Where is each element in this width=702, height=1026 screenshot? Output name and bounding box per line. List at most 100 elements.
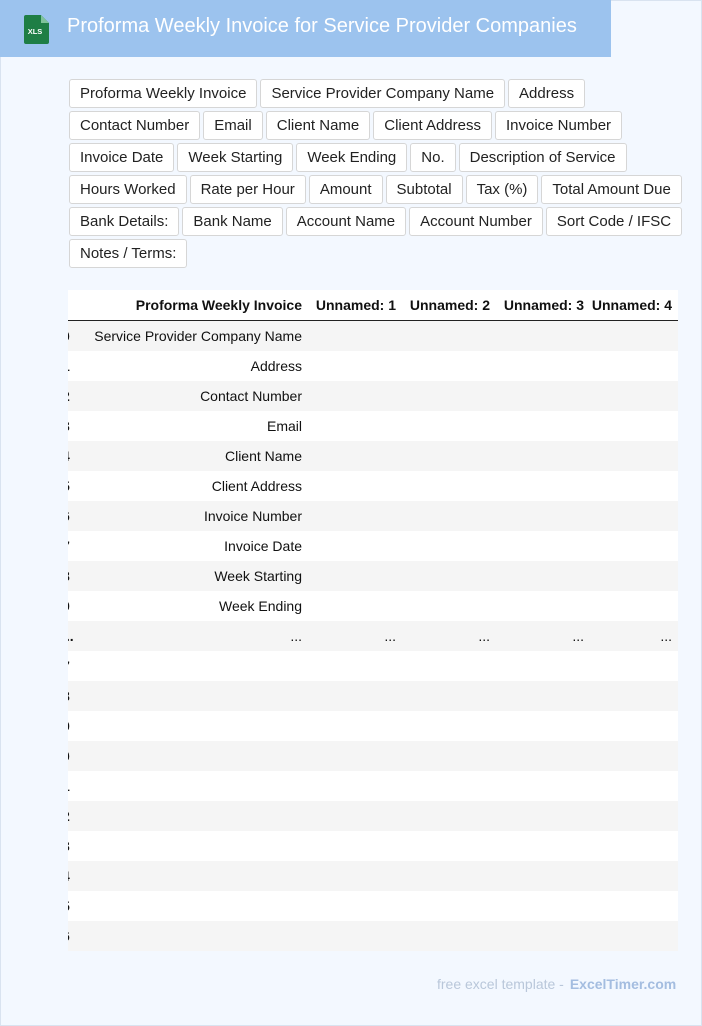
- field-chip: Email: [203, 111, 263, 140]
- table-cell: [308, 351, 402, 381]
- row-index-cell: 8: [68, 681, 78, 711]
- table-row: 3: [68, 831, 678, 861]
- table-cell: [496, 411, 590, 441]
- table-row: 5: [68, 891, 678, 921]
- table-cell: [590, 351, 678, 381]
- field-chip: Subtotal: [385, 175, 463, 204]
- row-index-cell: 6: [68, 501, 78, 531]
- table-cell: [308, 381, 402, 411]
- table-cell: [308, 681, 402, 711]
- table-cell: [308, 711, 402, 741]
- footer-brand-link[interactable]: ExcelTimer.com: [570, 976, 676, 992]
- field-chip: Bank Name: [182, 207, 283, 236]
- table-cell: [590, 741, 678, 771]
- table-row: 2: [68, 801, 678, 831]
- row-index: 5: [68, 478, 70, 494]
- footer: free excel template - ExcelTimer.com: [437, 976, 676, 992]
- table-cell: [590, 591, 678, 621]
- table-cell: Client Address: [78, 471, 308, 501]
- row-index-cell: 0: [68, 741, 78, 771]
- table-cell: [590, 771, 678, 801]
- table-cell: [590, 651, 678, 681]
- table-cell: Contact Number: [78, 381, 308, 411]
- table-cell: [308, 320, 402, 351]
- table-cell: [402, 441, 496, 471]
- field-chip: Invoice Number: [494, 111, 623, 140]
- row-index: 5: [68, 898, 70, 914]
- row-index: 8: [68, 688, 70, 704]
- table-row: 1: [68, 771, 678, 801]
- table-cell: [590, 471, 678, 501]
- table-cell: [402, 411, 496, 441]
- table-cell: [496, 771, 590, 801]
- row-index-cell: 0: [68, 320, 78, 351]
- table-cell: [496, 320, 590, 351]
- table-cell: Client Name: [78, 441, 308, 471]
- table-row: 4: [68, 861, 678, 891]
- field-chip: Proforma Weekly Invoice: [69, 79, 258, 108]
- table-cell: [590, 320, 678, 351]
- row-index-cell: 3: [68, 831, 78, 861]
- data-table-container: Proforma Weekly Invoice Unnamed: 1 Unnamed…: [68, 290, 678, 951]
- field-chip: Week Starting: [177, 143, 294, 172]
- table-cell: [402, 891, 496, 921]
- table-cell: [496, 501, 590, 531]
- table-cell: [590, 801, 678, 831]
- table-cell: [496, 561, 590, 591]
- field-chip: Rate per Hour: [189, 175, 306, 204]
- table-cell: [402, 531, 496, 561]
- table-cell: [496, 651, 590, 681]
- table-cell: [496, 681, 590, 711]
- row-index: 3: [68, 838, 70, 854]
- table-cell: Service Provider Company Name: [78, 320, 308, 351]
- xls-icon-label: XLS: [28, 27, 43, 36]
- table-cell: [496, 891, 590, 921]
- table-cell: [308, 891, 402, 921]
- table-cell: [308, 921, 402, 951]
- table-cell: [496, 741, 590, 771]
- row-index-cell: 2: [68, 381, 78, 411]
- table-cell: ...: [496, 621, 590, 651]
- row-index-cell: 4: [68, 861, 78, 891]
- footer-text: free excel template -: [437, 976, 564, 992]
- table-row: 5 Client Address: [68, 471, 678, 501]
- table-cell: [590, 861, 678, 891]
- table-cell: [402, 771, 496, 801]
- row-index-cell: 3: [68, 411, 78, 441]
- table-cell: ...: [308, 621, 402, 651]
- field-chip: Service Provider Company Name: [260, 79, 506, 108]
- table-cell: [496, 831, 590, 861]
- row-index-cell: 4: [68, 441, 78, 471]
- table-cell: [496, 351, 590, 381]
- table-cell: [308, 831, 402, 861]
- table-cell: [590, 441, 678, 471]
- table-cell: [308, 801, 402, 831]
- table-cell: ...: [402, 621, 496, 651]
- table-cell: [308, 471, 402, 501]
- table-row: 8: [68, 681, 678, 711]
- table-cell: [590, 681, 678, 711]
- field-chip: Hours Worked: [69, 175, 187, 204]
- row-index-cell: 8: [68, 561, 78, 591]
- row-index: 7: [68, 538, 70, 554]
- table-row: 7: [68, 651, 678, 681]
- table-cell: [496, 441, 590, 471]
- table-cell: [78, 831, 308, 861]
- table-cell: [308, 651, 402, 681]
- table-cell: Invoice Date: [78, 531, 308, 561]
- row-index: 0: [68, 328, 70, 344]
- table-cell: [402, 651, 496, 681]
- table-cell: [590, 381, 678, 411]
- row-index: 4: [68, 448, 70, 464]
- table-row: 9 Week Ending: [68, 591, 678, 621]
- row-index: 9: [68, 598, 70, 614]
- table-cell: [402, 681, 496, 711]
- field-chip-list: Proforma Weekly Invoice Service Provider …: [69, 79, 689, 268]
- table-cell: [308, 411, 402, 441]
- table-cell: Week Starting: [78, 561, 308, 591]
- table-cell: [402, 591, 496, 621]
- field-chip: Total Amount Due: [541, 175, 682, 204]
- field-chip: Invoice Date: [69, 143, 175, 172]
- xls-file-icon: XLS: [24, 15, 49, 44]
- row-index-cell: 7: [68, 531, 78, 561]
